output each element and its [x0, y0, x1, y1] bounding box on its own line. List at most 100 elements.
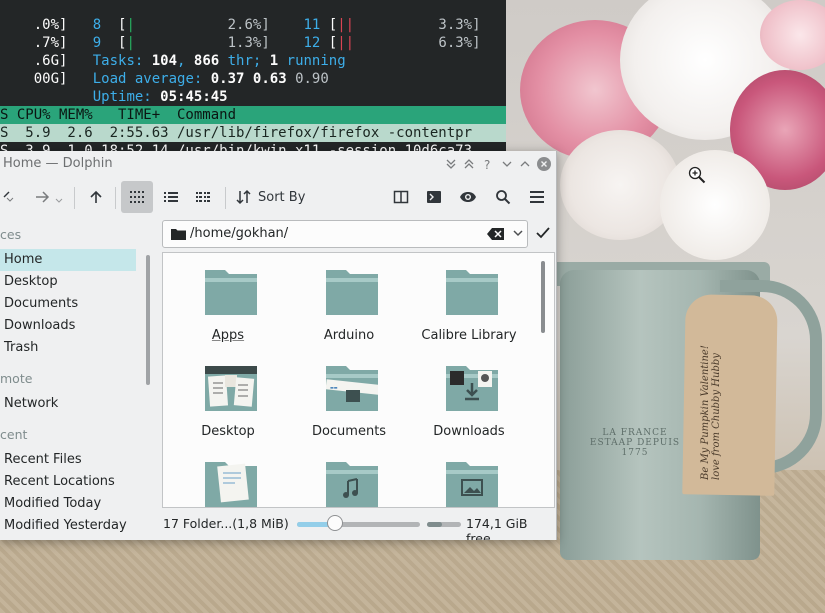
split-icon	[393, 190, 409, 204]
confirm-location-icon[interactable]	[536, 224, 550, 242]
folder-desktop-icon	[205, 366, 257, 411]
sidebar-item-modified-yesterday[interactable]: Modified Yesterday	[0, 515, 136, 537]
recent-header: cent	[0, 427, 28, 442]
maximize-icon[interactable]	[518, 157, 532, 171]
uptime-row: Uptime: 05:45:45	[0, 70, 228, 105]
sidebar-item-recent-locations[interactable]: Recent Locations	[0, 471, 136, 493]
file-name: Documents	[311, 424, 387, 439]
cpu-value: 6.3%]	[438, 35, 481, 51]
chevron-down-icon[interactable]	[512, 226, 524, 243]
zoom-slider-handle[interactable]	[327, 515, 343, 531]
toolbar: Sort By	[0, 179, 556, 217]
keep-below-icon[interactable]	[444, 157, 458, 171]
wallpaper-tag-text: Be My Pumpkin Valentine! love from Chubb…	[700, 345, 722, 480]
compact-view-button[interactable]	[189, 181, 217, 213]
wallpaper-can-text: LA FRANCE ESTAAP DEPUIS 1775	[589, 428, 681, 458]
cpu-meter-row: .7%] 9 [| 1.3%] 12 [|| 6.3%]	[33, 35, 481, 51]
wallpaper-flower	[660, 150, 770, 260]
sidebar-item-trash[interactable]: Trash	[0, 337, 136, 359]
uptime-value: 05:45:45	[160, 89, 228, 105]
up-button[interactable]	[82, 181, 110, 213]
file-item[interactable]: Apps	[173, 253, 283, 345]
file-item[interactable]: Downloads	[414, 349, 524, 441]
dolphin-window[interactable]: Home — Dolphin ? Sort By ces Home Deskto…	[0, 151, 557, 540]
file-item[interactable]	[294, 445, 404, 507]
titlebar[interactable]: Home — Dolphin ?	[0, 151, 556, 179]
preview-button[interactable]	[454, 181, 482, 213]
location-bar[interactable]: /home/gokhan/	[162, 220, 528, 248]
grid-icon	[130, 191, 144, 203]
places-panel: ces Home Desktop Documents Downloads Tra…	[0, 219, 152, 537]
folder-pictures-icon	[446, 462, 498, 507]
file-item[interactable]: ▬▬ Documents	[294, 349, 404, 441]
compact-icon	[196, 192, 210, 202]
uptime-label: Uptime:	[92, 89, 161, 105]
help-icon[interactable]: ?	[481, 157, 495, 172]
sort-by-label: Sort By	[258, 189, 306, 205]
disk-space-fill	[427, 522, 442, 527]
folder-icon	[446, 270, 498, 315]
file-view[interactable]: Apps Arduino Calibre Library Desktop ▬▬ …	[162, 252, 555, 508]
folder-icon	[205, 270, 257, 315]
folder-templates-icon	[205, 462, 257, 507]
sidebar-item-home[interactable]: Home	[0, 249, 136, 271]
back-button[interactable]	[0, 181, 20, 213]
process-row-selected[interactable]: S 5.9 2.6 2:55.63 /usr/lib/firefox/firef…	[0, 124, 506, 142]
terminal-window[interactable]: .0%] 8 [| 2.6%] 11 [|| 3.3%] .7%] 9 [| 1…	[0, 0, 506, 152]
remote-header: mote	[0, 371, 33, 386]
close-icon[interactable]	[537, 157, 551, 171]
menu-button[interactable]	[523, 181, 551, 213]
disk-space-bar	[427, 522, 461, 527]
search-button[interactable]	[489, 181, 517, 213]
zoom-cursor-icon	[688, 166, 706, 184]
terminal-button[interactable]	[420, 181, 448, 213]
sidebar-item-recent-files[interactable]: Recent Files	[0, 449, 136, 471]
details-view-button[interactable]	[157, 181, 185, 213]
sidebar-item-downloads[interactable]: Downloads	[0, 315, 136, 337]
status-summary: 17 Folder...(1,8 MiB)	[163, 516, 289, 531]
folder-documents-icon: ▬▬	[326, 366, 378, 411]
file-name: Apps	[211, 328, 245, 343]
process-header[interactable]: S CPU% MEM% TIME+ Command	[0, 106, 506, 124]
zoom-slider[interactable]	[297, 515, 420, 531]
sidebar-scrollbar[interactable]	[146, 255, 150, 385]
file-item[interactable]: Desktop	[173, 349, 283, 441]
file-item[interactable]: Arduino	[294, 253, 404, 345]
file-name: Calibre Library	[421, 328, 517, 343]
status-bar: 17 Folder...(1,8 MiB) 174,1 GiB free	[162, 512, 556, 540]
minimize-icon[interactable]	[500, 157, 514, 171]
folder-icon	[326, 270, 378, 315]
load-row: 00G] Load average: 0.37 0.63 0.90	[0, 52, 329, 87]
folder-icon	[171, 229, 186, 240]
tasks-row: .6G] Tasks: 104, 866 thr; 1 running	[0, 34, 346, 69]
file-view-scrollbar[interactable]	[541, 261, 545, 333]
file-name: Arduino	[323, 328, 375, 343]
clear-text-icon[interactable]	[487, 227, 505, 241]
toolbar-separator	[115, 187, 116, 209]
file-item[interactable]	[173, 445, 283, 507]
terminal-icon	[427, 191, 441, 203]
icons-view-button[interactable]	[121, 181, 153, 213]
folder-music-icon	[326, 462, 378, 507]
sort-by-button[interactable]: Sort By	[236, 181, 312, 213]
forward-button[interactable]	[28, 181, 68, 213]
keep-above-icon[interactable]	[462, 157, 476, 171]
wallpaper-flower	[560, 130, 680, 240]
window-title: Home — Dolphin	[3, 156, 113, 171]
cpu-meter-row: .0%] 8 [| 2.6%] 11 [|| 3.3%]	[33, 17, 481, 33]
hamburger-icon	[530, 191, 544, 203]
svg-text:▬▬: ▬▬	[330, 385, 338, 390]
sidebar-item-modified-today[interactable]: Modified Today	[0, 493, 136, 515]
folder-downloads-icon	[446, 366, 498, 411]
search-icon	[496, 190, 511, 205]
file-item[interactable]: Calibre Library	[414, 253, 524, 345]
load-15: 0.90	[295, 71, 329, 87]
toolbar-separator	[225, 187, 226, 209]
location-input[interactable]: /home/gokhan/	[190, 226, 288, 241]
sidebar-item-desktop[interactable]: Desktop	[0, 271, 136, 293]
split-view-button[interactable]	[387, 181, 415, 213]
sidebar-item-documents[interactable]: Documents	[0, 293, 136, 315]
sidebar-item-network[interactable]: Network	[0, 393, 136, 415]
file-item[interactable]	[414, 445, 524, 507]
file-name: Desktop	[201, 424, 255, 439]
